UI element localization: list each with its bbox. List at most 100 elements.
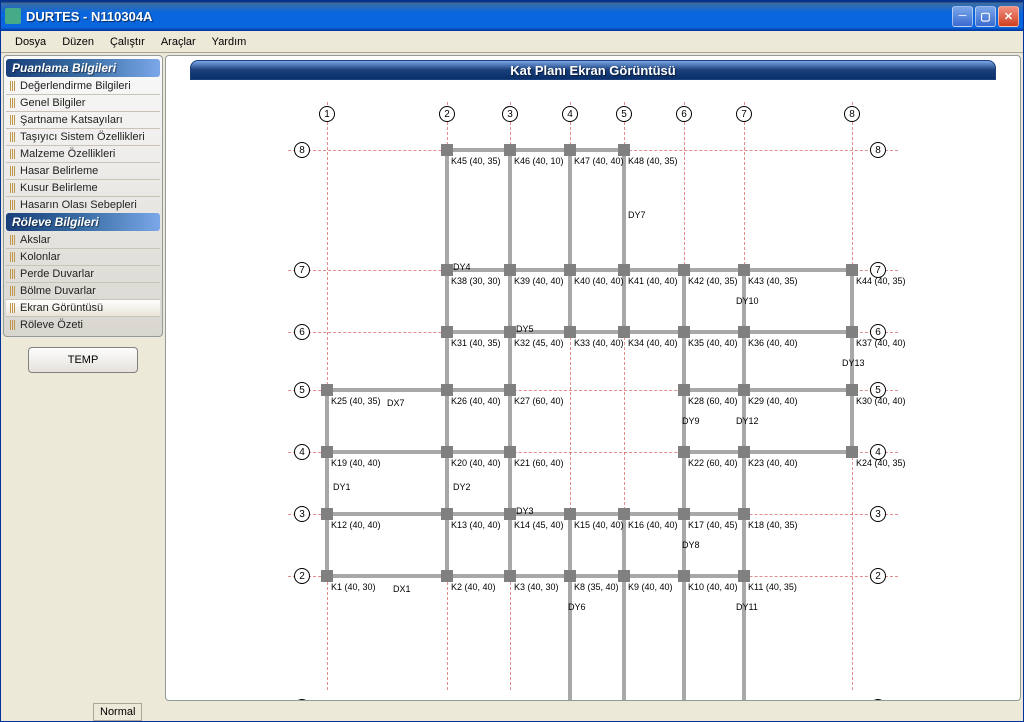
sidebar-item[interactable]: Kusur Belirleme [6,180,160,197]
maximize-button[interactable]: ▢ [975,6,996,27]
column-label: K26 (40, 40) [451,396,501,406]
axis-label: 2 [294,568,310,584]
column-node[interactable] [678,384,690,396]
axis-label: 1 [319,106,335,122]
beam [622,514,626,701]
column-node[interactable] [441,446,453,458]
column-label: K48 (40, 35) [628,156,678,166]
sidebar-item[interactable]: Bölme Duvarlar [6,283,160,300]
column-node[interactable] [504,326,516,338]
column-label: K11 (40, 35) [748,582,797,592]
column-node[interactable] [618,508,630,520]
column-node[interactable] [504,508,516,520]
temp-button[interactable]: TEMP [28,347,138,373]
axis-label: 6 [294,324,310,340]
column-node[interactable] [441,144,453,156]
column-node[interactable] [441,570,453,582]
column-label: K35 (40, 40) [688,338,738,348]
column-node[interactable] [564,326,576,338]
sidebar-item[interactable]: Şartname Katsayıları [6,112,160,129]
column-node[interactable] [678,264,690,276]
sidebar-item[interactable]: Hasar Belirleme [6,163,160,180]
column-node[interactable] [618,264,630,276]
column-node[interactable] [738,264,750,276]
axis-label: 8 [294,142,310,158]
column-node[interactable] [564,508,576,520]
column-node[interactable] [321,446,333,458]
column-node[interactable] [846,264,858,276]
column-node[interactable] [846,446,858,458]
column-label: K32 (45, 40) [514,338,564,348]
status-mode: Normal [93,703,142,721]
menu-run[interactable]: Çalıştır [102,34,153,50]
column-label: K9 (40, 40) [628,582,673,592]
column-node[interactable] [564,144,576,156]
column-label: K22 (60, 40) [688,458,738,468]
column-node[interactable] [738,446,750,458]
column-node[interactable] [678,508,690,520]
column-node[interactable] [504,144,516,156]
column-node[interactable] [564,264,576,276]
column-node[interactable] [504,570,516,582]
close-button[interactable]: ✕ [998,6,1019,27]
column-node[interactable] [321,570,333,582]
annotation: DY5 [516,324,534,334]
column-node[interactable] [321,384,333,396]
column-label: K42 (40, 35) [688,276,738,286]
sidebar-item[interactable]: Malzeme Özellikleri [6,146,160,163]
beam [684,450,852,454]
column-node[interactable] [678,570,690,582]
sidebar-item[interactable]: Perde Duvarlar [6,266,160,283]
minimize-button[interactable]: ─ [952,6,973,27]
column-label: K41 (40, 40) [628,276,678,286]
column-node[interactable] [738,326,750,338]
column-label: K19 (40, 40) [331,458,381,468]
floor-plan-canvas[interactable]: 11223344556677888877665544332211K45 (40,… [168,82,1018,698]
column-node[interactable] [738,384,750,396]
column-node[interactable] [321,508,333,520]
axis-label: 1 [870,699,886,701]
axis-label: 5 [616,106,632,122]
column-label: K15 (40, 40) [574,520,624,530]
column-node[interactable] [846,326,858,338]
column-node[interactable] [618,326,630,338]
annotation: DY4 [453,262,471,272]
beam [568,150,572,332]
column-label: K46 (40, 10) [514,156,564,166]
axis-label: 6 [676,106,692,122]
column-node[interactable] [504,384,516,396]
column-node[interactable] [504,264,516,276]
annotation: DY13 [842,358,865,368]
sidebar-item[interactable]: Ekran Görüntüsü [6,300,160,317]
axis-label: 8 [870,142,886,158]
column-node[interactable] [678,326,690,338]
sidebar-item[interactable]: Akslar [6,232,160,249]
column-node[interactable] [618,570,630,582]
sidebar-item[interactable]: Değerlendirme Bilgileri [6,78,160,95]
column-node[interactable] [441,264,453,276]
column-node[interactable] [738,570,750,582]
column-label: K30 (40, 40) [856,396,906,406]
column-node[interactable] [564,570,576,582]
sidebar-item[interactable]: Genel Bilgiler [6,95,160,112]
column-node[interactable] [678,446,690,458]
menu-help[interactable]: Yardım [204,34,255,50]
column-node[interactable] [738,508,750,520]
column-node[interactable] [441,326,453,338]
sidebar-item[interactable]: Röleve Özeti [6,317,160,333]
column-node[interactable] [618,144,630,156]
beam [622,150,626,332]
sidebar-item[interactable]: Hasarın Olası Sebepleri [6,197,160,213]
group1-heading: Puanlama Bilgileri [6,59,160,77]
column-node[interactable] [441,508,453,520]
column-node[interactable] [504,446,516,458]
menu-file[interactable]: Dosya [7,34,54,50]
column-node[interactable] [846,384,858,396]
group2-heading: Röleve Bilgileri [6,213,160,231]
sidebar-item[interactable]: Kolonlar [6,249,160,266]
column-node[interactable] [441,384,453,396]
column-label: K25 (40, 35) [331,396,381,406]
sidebar-item[interactable]: Taşıyıcı Sistem Özellikleri [6,129,160,146]
menu-tools[interactable]: Araçlar [153,34,204,50]
menu-edit[interactable]: Düzen [54,34,102,50]
